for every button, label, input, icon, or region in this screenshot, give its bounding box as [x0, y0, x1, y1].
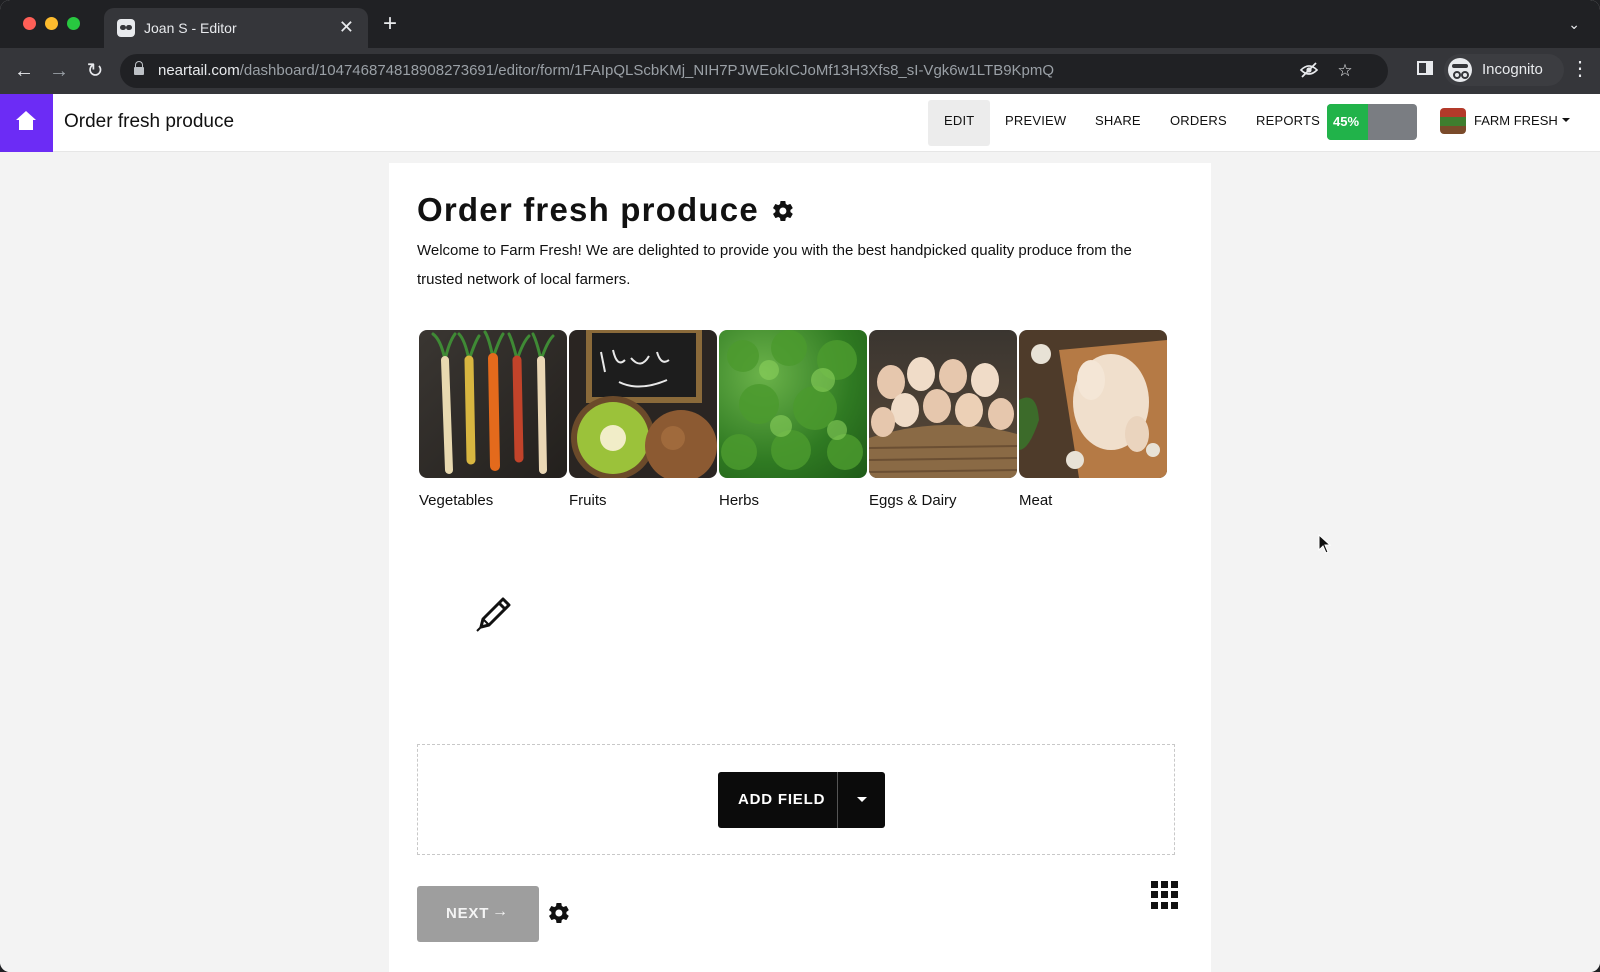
- home-icon: [15, 111, 37, 131]
- setup-progress[interactable]: 45%: [1327, 104, 1417, 140]
- pencil-icon[interactable]: [473, 591, 517, 635]
- reload-icon[interactable]: ↻: [82, 58, 108, 84]
- tab-search-chevron-icon[interactable]: ⌄: [1568, 16, 1580, 33]
- next-label: NEXT: [446, 905, 490, 922]
- browser-tab[interactable]: Joan S - Editor ✕: [104, 8, 368, 48]
- tab-orders[interactable]: ORDERS: [1154, 94, 1243, 152]
- app-header: Order fresh produce EDIT PREVIEW SHARE O…: [0, 94, 1600, 152]
- page-settings-gear-icon[interactable]: [547, 901, 571, 925]
- category-tile-meat[interactable]: Meat: [1019, 330, 1167, 509]
- category-label: Eggs & Dairy: [869, 492, 957, 509]
- incognito-profile-chip[interactable]: Incognito: [1444, 54, 1564, 86]
- category-label: Meat: [1019, 492, 1053, 509]
- home-button[interactable]: [0, 94, 53, 152]
- vegetables-image: [419, 330, 567, 478]
- browser-menu-icon[interactable]: ⋮: [1570, 58, 1590, 80]
- mouse-cursor-icon: [1318, 533, 1332, 554]
- form-description[interactable]: Welcome to Farm Fresh! We are delighted …: [417, 236, 1177, 294]
- form-title[interactable]: Order fresh produce: [417, 191, 759, 229]
- new-tab-button[interactable]: +: [383, 12, 397, 36]
- category-tile-vegetables[interactable]: Vegetables: [419, 330, 567, 509]
- lock-icon[interactable]: [134, 61, 144, 76]
- form-settings-gear-icon[interactable]: [771, 199, 795, 223]
- eye-off-icon[interactable]: [1298, 60, 1320, 82]
- category-label: Vegetables: [419, 492, 494, 509]
- category-tile-herbs[interactable]: Herbs: [719, 330, 867, 509]
- add-field-divider: [837, 772, 838, 828]
- tab-title: Joan S - Editor: [144, 20, 237, 36]
- account-label: FARM FRESH: [1474, 113, 1558, 128]
- back-arrow-icon[interactable]: ←: [11, 58, 37, 84]
- herbs-image: [719, 330, 867, 478]
- meat-image: [1019, 330, 1167, 478]
- incognito-favicon-icon: [117, 19, 135, 37]
- page-title: Order fresh produce: [64, 111, 235, 132]
- tab-edit[interactable]: EDIT: [928, 100, 991, 146]
- form-card: Order fresh produce Welcome to Farm Fres…: [389, 163, 1211, 972]
- browser-toolbar: ← → ↻ neartail.com/dashboard/10474687481…: [0, 48, 1600, 94]
- fruits-image: [569, 330, 717, 478]
- category-label: Fruits: [569, 492, 607, 509]
- star-icon[interactable]: ☆: [1334, 60, 1356, 82]
- maximize-window-button[interactable]: [67, 17, 80, 30]
- category-tile-fruits[interactable]: Fruits: [569, 330, 717, 509]
- tab-preview[interactable]: PREVIEW: [989, 94, 1082, 152]
- editor-canvas: Order fresh produce Welcome to Farm Fres…: [0, 152, 1600, 972]
- browser-window: Joan S - Editor ✕ + ⌄ ← → ↻ neartail.com…: [0, 0, 1600, 972]
- arrow-right-icon: →: [492, 903, 508, 920]
- incognito-icon: [1448, 58, 1472, 82]
- tab-reports[interactable]: REPORTS: [1240, 94, 1336, 152]
- caret-down-icon: [1562, 118, 1570, 122]
- farm-logo: [1440, 108, 1466, 134]
- tab-strip: Joan S - Editor ✕ + ⌄: [0, 0, 1600, 48]
- next-button[interactable]: NEXT →: [417, 886, 539, 942]
- category-tile-eggs-dairy[interactable]: Eggs & Dairy: [869, 330, 1017, 509]
- url-text[interactable]: neartail.com/dashboard/10474687481890827…: [158, 62, 1054, 79]
- forward-arrow-icon[interactable]: →: [46, 58, 72, 84]
- side-panel-icon[interactable]: [1417, 61, 1433, 75]
- category-label: Herbs: [719, 492, 760, 509]
- tab-close-icon[interactable]: ✕: [339, 17, 354, 37]
- add-field-dropzone: ADD FIELD: [417, 744, 1175, 855]
- eggs-dairy-image: [869, 330, 1017, 478]
- grid-icon[interactable]: [1151, 881, 1179, 909]
- progress-label: 45%: [1333, 114, 1360, 129]
- tab-share[interactable]: SHARE: [1079, 94, 1157, 152]
- address-bar[interactable]: neartail.com/dashboard/10474687481890827…: [120, 54, 1388, 88]
- incognito-label: Incognito: [1482, 61, 1543, 78]
- close-window-button[interactable]: [23, 17, 36, 30]
- minimize-window-button[interactable]: [45, 17, 58, 30]
- add-field-button[interactable]: ADD FIELD: [718, 772, 885, 828]
- add-field-label: ADD FIELD: [738, 791, 826, 808]
- chevron-down-icon[interactable]: [857, 797, 867, 802]
